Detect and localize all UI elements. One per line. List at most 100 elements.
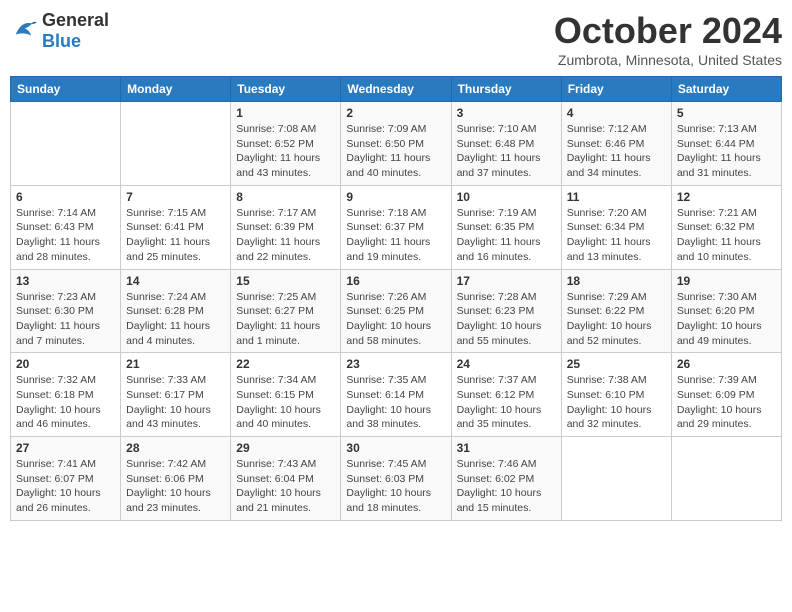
day-number: 10 (457, 190, 556, 204)
day-info: Sunrise: 7:33 AMSunset: 6:17 PMDaylight:… (126, 373, 225, 432)
calendar-cell: 28 Sunrise: 7:42 AMSunset: 6:06 PMDayligh… (121, 437, 231, 521)
calendar-day-header: Sunday (11, 77, 121, 102)
calendar-table: SundayMondayTuesdayWednesdayThursdayFrid… (10, 76, 782, 521)
day-number: 14 (126, 274, 225, 288)
day-number: 27 (16, 441, 115, 455)
calendar-cell: 3 Sunrise: 7:10 AMSunset: 6:48 PMDaylight… (451, 102, 561, 186)
day-info: Sunrise: 7:39 AMSunset: 6:09 PMDaylight:… (677, 373, 776, 432)
day-number: 21 (126, 357, 225, 371)
calendar-day-header: Friday (561, 77, 671, 102)
calendar-cell (11, 102, 121, 186)
day-number: 18 (567, 274, 666, 288)
calendar-cell: 16 Sunrise: 7:26 AMSunset: 6:25 PMDayligh… (341, 269, 451, 353)
day-info: Sunrise: 7:17 AMSunset: 6:39 PMDaylight:… (236, 206, 335, 265)
day-number: 24 (457, 357, 556, 371)
calendar-cell: 31Sunrise: 7:46 AMSunset: 6:02 PMDayligh… (451, 437, 561, 521)
calendar-week-row: 1 Sunrise: 7:08 AMSunset: 6:52 PMDaylight… (11, 102, 782, 186)
calendar-cell: 18Sunrise: 7:29 AMSunset: 6:22 PMDayligh… (561, 269, 671, 353)
calendar-cell (671, 437, 781, 521)
logo-bird-icon (10, 18, 38, 40)
day-info: Sunrise: 7:42 AMSunset: 6:06 PMDaylight:… (126, 457, 225, 516)
day-info: Sunrise: 7:08 AMSunset: 6:52 PMDaylight:… (236, 122, 335, 181)
day-number: 22 (236, 357, 335, 371)
calendar-week-row: 13 Sunrise: 7:23 AMSunset: 6:30 PMDayligh… (11, 269, 782, 353)
day-number: 13 (16, 274, 115, 288)
day-number: 4 (567, 106, 666, 120)
calendar-cell: 21 Sunrise: 7:33 AMSunset: 6:17 PMDayligh… (121, 353, 231, 437)
day-info: Sunrise: 7:15 AMSunset: 6:41 PMDaylight:… (126, 206, 225, 265)
calendar-cell: 24 Sunrise: 7:37 AMSunset: 6:12 PMDayligh… (451, 353, 561, 437)
calendar-cell: 25 Sunrise: 7:38 AMSunset: 6:10 PMDayligh… (561, 353, 671, 437)
calendar-cell: 7 Sunrise: 7:15 AMSunset: 6:41 PMDaylight… (121, 185, 231, 269)
day-info: Sunrise: 7:20 AMSunset: 6:34 PMDaylight:… (567, 206, 666, 265)
title-block: October 2024 Zumbrota, Minnesota, United… (554, 10, 782, 68)
calendar-cell: 20 Sunrise: 7:32 AMSunset: 6:18 PMDayligh… (11, 353, 121, 437)
day-info: Sunrise: 7:10 AMSunset: 6:48 PMDaylight:… (457, 122, 556, 181)
calendar-cell: 4 Sunrise: 7:12 AMSunset: 6:46 PMDaylight… (561, 102, 671, 186)
day-info: Sunrise: 7:38 AMSunset: 6:10 PMDaylight:… (567, 373, 666, 432)
calendar-cell: 2 Sunrise: 7:09 AMSunset: 6:50 PMDaylight… (341, 102, 451, 186)
day-number: 15 (236, 274, 335, 288)
calendar-cell: 6 Sunrise: 7:14 AMSunset: 6:43 PMDaylight… (11, 185, 121, 269)
calendar-cell: 29 Sunrise: 7:43 AMSunset: 6:04 PMDayligh… (231, 437, 341, 521)
calendar-day-header: Thursday (451, 77, 561, 102)
day-number: 6 (16, 190, 115, 204)
day-info: Sunrise: 7:37 AMSunset: 6:12 PMDaylight:… (457, 373, 556, 432)
location-title: Zumbrota, Minnesota, United States (554, 52, 782, 68)
day-number: 20 (16, 357, 115, 371)
day-number: 12 (677, 190, 776, 204)
day-number: 2 (346, 106, 445, 120)
day-number: 19 (677, 274, 776, 288)
day-info: Sunrise: 7:30 AMSunset: 6:20 PMDaylight:… (677, 290, 776, 349)
calendar-cell: 23Sunrise: 7:35 AMSunset: 6:14 PMDayligh… (341, 353, 451, 437)
calendar-cell (121, 102, 231, 186)
day-info: Sunrise: 7:25 AMSunset: 6:27 PMDaylight:… (236, 290, 335, 349)
day-number: 8 (236, 190, 335, 204)
day-info: Sunrise: 7:13 AMSunset: 6:44 PMDaylight:… (677, 122, 776, 181)
day-number: 17 (457, 274, 556, 288)
day-info: Sunrise: 7:34 AMSunset: 6:15 PMDaylight:… (236, 373, 335, 432)
calendar-cell: 11Sunrise: 7:20 AMSunset: 6:34 PMDayligh… (561, 185, 671, 269)
calendar-header-row: SundayMondayTuesdayWednesdayThursdayFrid… (11, 77, 782, 102)
calendar-cell: 12 Sunrise: 7:21 AMSunset: 6:32 PMDayligh… (671, 185, 781, 269)
day-info: Sunrise: 7:09 AMSunset: 6:50 PMDaylight:… (346, 122, 445, 181)
calendar-cell: 1 Sunrise: 7:08 AMSunset: 6:52 PMDaylight… (231, 102, 341, 186)
calendar-cell: 19 Sunrise: 7:30 AMSunset: 6:20 PMDayligh… (671, 269, 781, 353)
day-number: 7 (126, 190, 225, 204)
calendar-cell: 10 Sunrise: 7:19 AMSunset: 6:35 PMDayligh… (451, 185, 561, 269)
day-number: 30 (346, 441, 445, 455)
day-info: Sunrise: 7:26 AMSunset: 6:25 PMDaylight:… (346, 290, 445, 349)
day-info: Sunrise: 7:45 AMSunset: 6:03 PMDaylight:… (346, 457, 445, 516)
day-number: 28 (126, 441, 225, 455)
calendar-cell: 5 Sunrise: 7:13 AMSunset: 6:44 PMDaylight… (671, 102, 781, 186)
calendar-cell: 17Sunrise: 7:28 AMSunset: 6:23 PMDayligh… (451, 269, 561, 353)
day-info: Sunrise: 7:19 AMSunset: 6:35 PMDaylight:… (457, 206, 556, 265)
day-info: Sunrise: 7:14 AMSunset: 6:43 PMDaylight:… (16, 206, 115, 265)
day-info: Sunrise: 7:12 AMSunset: 6:46 PMDaylight:… (567, 122, 666, 181)
calendar-cell: 26 Sunrise: 7:39 AMSunset: 6:09 PMDayligh… (671, 353, 781, 437)
day-number: 3 (457, 106, 556, 120)
calendar-day-header: Saturday (671, 77, 781, 102)
day-info: Sunrise: 7:46 AMSunset: 6:02 PMDaylight:… (457, 457, 556, 516)
logo: General Blue (10, 10, 109, 52)
calendar-cell: 13 Sunrise: 7:23 AMSunset: 6:30 PMDayligh… (11, 269, 121, 353)
day-info: Sunrise: 7:23 AMSunset: 6:30 PMDaylight:… (16, 290, 115, 349)
day-info: Sunrise: 7:43 AMSunset: 6:04 PMDaylight:… (236, 457, 335, 516)
day-number: 23 (346, 357, 445, 371)
day-number: 29 (236, 441, 335, 455)
day-info: Sunrise: 7:21 AMSunset: 6:32 PMDaylight:… (677, 206, 776, 265)
calendar-cell: 30 Sunrise: 7:45 AMSunset: 6:03 PMDayligh… (341, 437, 451, 521)
logo-blue-text: Blue (42, 31, 81, 51)
day-number: 26 (677, 357, 776, 371)
day-info: Sunrise: 7:32 AMSunset: 6:18 PMDaylight:… (16, 373, 115, 432)
calendar-cell: 27Sunrise: 7:41 AMSunset: 6:07 PMDayligh… (11, 437, 121, 521)
day-number: 16 (346, 274, 445, 288)
day-number: 25 (567, 357, 666, 371)
calendar-week-row: 20 Sunrise: 7:32 AMSunset: 6:18 PMDayligh… (11, 353, 782, 437)
calendar-cell: 14Sunrise: 7:24 AMSunset: 6:28 PMDayligh… (121, 269, 231, 353)
logo-general-text: General (42, 10, 109, 30)
day-number: 5 (677, 106, 776, 120)
day-number: 1 (236, 106, 335, 120)
calendar-day-header: Tuesday (231, 77, 341, 102)
calendar-cell (561, 437, 671, 521)
